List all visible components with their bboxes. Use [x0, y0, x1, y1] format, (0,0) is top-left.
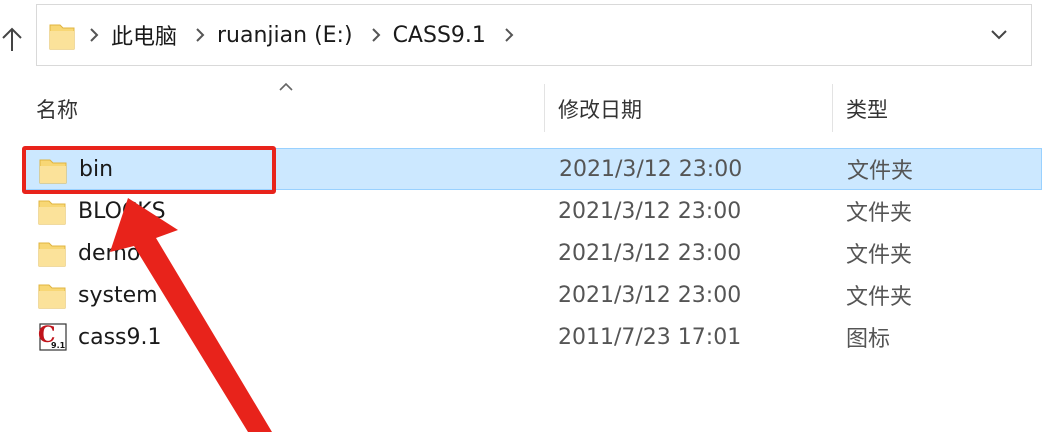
- breadcrumb-cass-folder[interactable]: CASS9.1: [391, 23, 494, 48]
- breadcrumb-drive[interactable]: ruanjian (E:): [215, 23, 361, 48]
- folder-icon: [38, 196, 66, 226]
- address-bar[interactable]: 此电脑 ruanjian (E:) CASS9.1: [36, 4, 1032, 66]
- file-row-blocks[interactable]: BLOCKS 2021/3/12 23:00 文件夹: [24, 190, 1042, 232]
- chevron-right-icon[interactable]: [361, 15, 391, 55]
- file-row-system[interactable]: system 2021/3/12 23:00 文件夹: [24, 274, 1042, 316]
- column-header-name[interactable]: 名称: [36, 88, 78, 130]
- folder-icon: [38, 280, 66, 310]
- column-divider[interactable]: [544, 84, 545, 132]
- column-header-type[interactable]: 类型: [846, 88, 888, 130]
- folder-icon: [45, 15, 79, 55]
- file-type: 文件夹: [846, 243, 913, 268]
- file-date: 2021/3/12 23:00: [558, 282, 742, 308]
- column-header-date-modified[interactable]: 修改日期: [558, 88, 642, 130]
- file-name: system: [78, 282, 158, 308]
- breadcrumb-this-pc[interactable]: 此电脑: [109, 19, 185, 51]
- annotation-highlight-box: [22, 146, 276, 194]
- folder-icon: [38, 238, 66, 268]
- up-arrow-icon[interactable]: [0, 20, 24, 60]
- file-name: cass9.1: [78, 324, 162, 350]
- file-type: 文件夹: [846, 285, 913, 310]
- chevron-right-icon[interactable]: [494, 15, 524, 55]
- file-type: 图标: [846, 327, 891, 352]
- file-date: 2021/3/12 23:00: [558, 240, 742, 266]
- file-date: 2021/3/12 23:00: [559, 156, 743, 182]
- file-date: 2021/3/12 23:00: [558, 198, 742, 224]
- chevron-right-icon[interactable]: [79, 15, 109, 55]
- file-name: BLOCKS: [78, 198, 166, 224]
- cass-app-icon: C 9.1: [36, 320, 70, 354]
- file-row-cass[interactable]: C 9.1 cass9.1 2011/7/23 17:01 图标: [24, 316, 1042, 358]
- column-divider[interactable]: [832, 84, 833, 132]
- file-date: 2011/7/23 17:01: [558, 324, 742, 350]
- chevron-right-icon[interactable]: [185, 15, 215, 55]
- chevron-down-icon[interactable]: [979, 15, 1019, 55]
- sort-ascending-icon: [276, 78, 296, 94]
- file-name: demo: [78, 240, 141, 266]
- file-type: 文件夹: [846, 201, 913, 226]
- file-type: 文件夹: [847, 159, 914, 184]
- file-row-demo[interactable]: demo 2021/3/12 23:00 文件夹: [24, 232, 1042, 274]
- svg-text:9.1: 9.1: [51, 341, 66, 350]
